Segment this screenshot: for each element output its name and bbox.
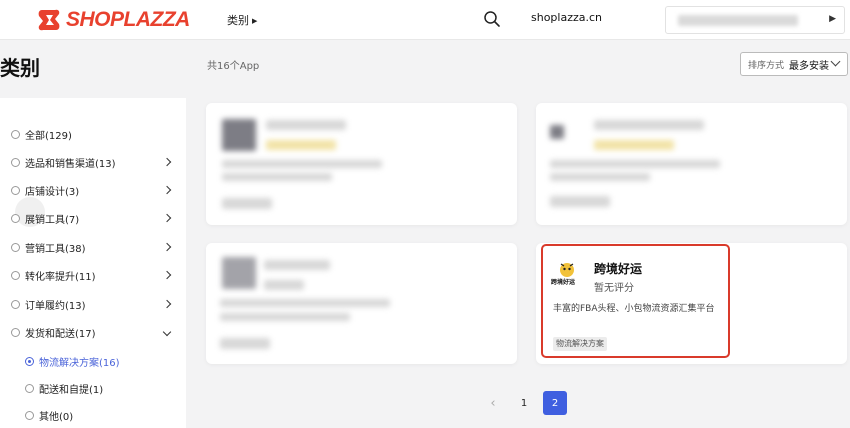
category-label: 展销工具(7) — [25, 214, 80, 226]
app-name-redacted — [264, 260, 330, 270]
subcategory-label: 物流解决方案(16) — [39, 357, 120, 369]
category-all[interactable]: 全部(129) — [0, 124, 186, 144]
app-name-redacted — [594, 120, 704, 130]
app-card-redacted[interactable] — [536, 103, 847, 225]
chevron-right-icon[interactable] — [162, 157, 172, 167]
radio-button[interactable] — [11, 213, 20, 223]
app-icon-redacted — [222, 257, 256, 289]
store-domain-link[interactable]: shoplazza.cn — [531, 11, 602, 24]
app-tag-redacted — [220, 338, 270, 349]
page-title: 类别 — [0, 56, 40, 80]
chevron-right-icon[interactable] — [162, 242, 172, 252]
category-label: 店铺设计(3) — [25, 186, 80, 198]
app-desc-redacted — [220, 313, 350, 321]
app-icon-redacted — [222, 119, 256, 151]
radio-button[interactable] — [25, 383, 34, 393]
app-desc-redacted — [550, 173, 650, 181]
category-sales-tools[interactable]: 展销工具(7) — [0, 208, 186, 228]
category-label: 选品和销售渠道(13) — [25, 158, 116, 170]
category-fulfillment[interactable]: 订单履约(13) — [0, 294, 186, 314]
page-button-2-current[interactable]: 2 — [543, 391, 567, 415]
app-desc-redacted — [222, 173, 332, 181]
subcategory-label: 配送和自提(1) — [39, 384, 104, 396]
app-rating-redacted — [594, 140, 674, 150]
app-count: 共16个App — [207, 61, 260, 72]
category-label: 全部(129) — [25, 130, 72, 142]
radio-button[interactable] — [11, 270, 20, 280]
chevron-down-icon — [830, 56, 841, 67]
app-card-redacted[interactable] — [206, 103, 517, 225]
chevron-down-icon[interactable] — [162, 327, 172, 337]
app-icon-redacted — [550, 125, 564, 139]
category-label: 发货和配送(17) — [25, 328, 96, 340]
account-name-redacted — [678, 15, 798, 26]
caret-right-icon: ▶ — [829, 14, 836, 24]
account-dropdown[interactable]: ▶ — [665, 6, 845, 34]
category-store-design[interactable]: 店铺设计(3) — [0, 180, 186, 200]
app-name[interactable]: 跨境好运 — [594, 260, 642, 277]
category-label: 转化率提升(11) — [25, 271, 96, 283]
category-shipping[interactable]: 发货和配送(17) — [0, 322, 186, 342]
page-button-1[interactable]: 1 — [512, 391, 536, 415]
app-rating-redacted — [264, 280, 304, 290]
prev-page-button[interactable]: ‹ — [481, 391, 505, 415]
category-label: 订单履约(13) — [25, 300, 86, 312]
app-tag-redacted — [550, 196, 610, 207]
featured-app-card[interactable]: 跨境好运 暂无评分 丰富的FBA头程、小包物流资源汇集平台 物流解决方案 — [541, 244, 730, 358]
category-sourcing-channels[interactable]: 选品和销售渠道(13) — [0, 152, 186, 172]
radio-button[interactable] — [11, 327, 20, 337]
chevron-right-icon[interactable] — [162, 299, 172, 309]
sort-select[interactable]: 排序方式 最多安装 — [740, 52, 848, 76]
app-rating-redacted — [266, 140, 336, 150]
sort-label: 排序方式 — [748, 60, 785, 71]
sort-value: 最多安装 — [789, 60, 830, 72]
shoplazza-logo[interactable]: SHOPLAZZA — [36, 5, 190, 35]
radio-button-selected[interactable] — [25, 356, 34, 366]
radio-button[interactable] — [11, 242, 20, 252]
app-description: 丰富的FBA头程、小包物流资源汇集平台 — [553, 304, 715, 314]
search-icon[interactable] — [482, 9, 502, 29]
radio-button[interactable] — [11, 129, 20, 139]
chevron-right-icon[interactable] — [162, 270, 172, 280]
category-marketing-tools[interactable]: 营销工具(38) — [0, 237, 186, 257]
radio-button[interactable] — [25, 410, 34, 420]
category-conversion[interactable]: 转化率提升(11) — [0, 265, 186, 285]
app-tag-redacted — [222, 198, 272, 209]
top-header: SHOPLAZZA 类别 ▶ shoplazza.cn ▶ — [0, 0, 850, 40]
app-name-redacted — [266, 120, 346, 130]
app-desc-redacted — [550, 160, 720, 168]
chevron-right-icon[interactable] — [162, 185, 172, 195]
app-logo-text: 跨境好运 — [551, 279, 576, 286]
app-desc-redacted — [222, 160, 382, 168]
nav-category-menu[interactable]: 类别 ▶ — [227, 12, 257, 28]
radio-button[interactable] — [11, 185, 20, 195]
category-label: 营销工具(38) — [25, 243, 86, 255]
app-card-redacted[interactable] — [206, 243, 517, 364]
category-label: 其他(0) — [39, 411, 74, 423]
category-sidebar: 全部(129) 选品和销售渠道(13) 店铺设计(3) 展销工具(7) 营销工具… — [0, 98, 186, 428]
app-rating: 暂无评分 — [594, 283, 634, 294]
nav-category-label: 类别 — [227, 14, 249, 27]
radio-button[interactable] — [11, 299, 20, 309]
logo-wordmark: SHOPLAZZA — [66, 8, 190, 31]
shoplazza-logo-icon — [38, 9, 60, 31]
caret-right-icon: ▶ — [252, 17, 258, 25]
chevron-right-icon[interactable] — [162, 213, 172, 223]
app-category-tag: 物流解决方案 — [553, 337, 607, 351]
app-desc-redacted — [220, 299, 390, 307]
radio-button[interactable] — [11, 157, 20, 167]
